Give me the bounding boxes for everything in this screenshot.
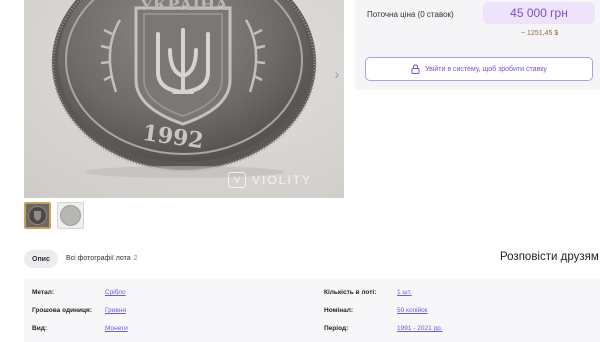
period-value[interactable]: 1991 - 2021 рр. xyxy=(397,325,443,332)
type-label: Вид: xyxy=(32,325,47,332)
thumbnail-strip xyxy=(24,202,84,229)
type-value[interactable]: Монети xyxy=(105,325,128,332)
thumbnail-1[interactable] xyxy=(24,202,51,229)
price-usd-equivalent: ~ 1251,45 $ xyxy=(521,30,559,37)
share-with-friends-button[interactable]: Розповісти друзям xyxy=(500,251,599,263)
login-to-bid-button[interactable]: Увійти в систему, щоб зробити ставку xyxy=(365,57,593,81)
tab-all-photos-label: Всі фотографії лота xyxy=(66,255,131,262)
coin-reverse-thumb-icon xyxy=(58,203,83,228)
bid-panel: Поточна ціна (0 ставок) 45 000 грн ~ 125… xyxy=(355,0,600,90)
lot-page: УКРАЇНА 1992 V VIOLITY › Поточна ціна (0… xyxy=(0,0,600,342)
tab-all-photos[interactable]: Всі фотографії лота 2 xyxy=(66,255,138,262)
main-lot-photo[interactable]: УКРАЇНА 1992 V VIOLITY xyxy=(24,0,344,198)
period-label: Період: xyxy=(324,325,349,332)
denomination-label: Номінал: xyxy=(324,307,354,314)
photos-count: 2 xyxy=(133,255,138,262)
current-price-label: Поточна ціна (0 ставок) xyxy=(367,10,454,19)
violity-watermark: V VIOLITY xyxy=(227,172,312,188)
current-price-value: 45 000 грн xyxy=(483,2,595,24)
coin-thumb-icon xyxy=(26,204,49,227)
lot-details-table: Метал: Срібло Грошова одиниця: Гривня Ви… xyxy=(24,279,600,342)
quantity-label: Кількість в лоті: xyxy=(324,289,377,296)
watermark-text: VIOLITY xyxy=(251,173,312,187)
quantity-value[interactable]: 1 шт. xyxy=(397,289,412,296)
metal-value[interactable]: Срібло xyxy=(105,289,126,296)
denomination-value[interactable]: 50 копійок xyxy=(397,307,428,314)
chevron-right-icon[interactable]: › xyxy=(331,66,343,82)
lock-icon xyxy=(411,64,420,74)
currency-label: Грошова одиниця: xyxy=(32,307,92,314)
currency-value[interactable]: Гривня xyxy=(105,307,126,314)
coin-legend-text: УКРАЇНА xyxy=(140,0,228,14)
metal-label: Метал: xyxy=(32,289,55,296)
violity-logo-icon: V xyxy=(227,172,246,188)
login-to-bid-label: Увійти в систему, щоб зробити ставку xyxy=(425,65,547,73)
coin-image: УКРАЇНА 1992 xyxy=(24,0,344,198)
tab-description[interactable]: Опис xyxy=(24,250,58,268)
thumbnail-2[interactable] xyxy=(57,202,84,229)
